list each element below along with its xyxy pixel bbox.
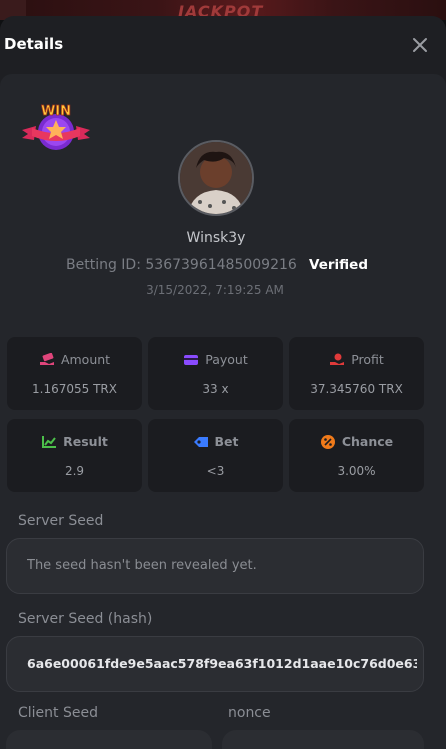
stat-amount: Amount 1.167055 TRX [7, 337, 142, 410]
server-seed-hash-field[interactable]: 6a6e00061fde9e5aac578f9ea63f1012d1aae10c… [6, 636, 424, 692]
stat-result: Result 2.9 [7, 419, 142, 492]
stat-payout: Payout 33 x [148, 337, 283, 410]
server-seed-field[interactable]: The seed hasn't been revealed yet. [6, 538, 424, 594]
percent-icon [320, 434, 335, 449]
stat-value: <3 [206, 464, 225, 478]
stat-value: 3.00% [337, 464, 376, 478]
client-seed-label: Client Seed [18, 705, 98, 721]
money-hand-icon [39, 352, 54, 365]
modal-header: Details [0, 16, 446, 74]
win-badge-text: WIN [41, 104, 71, 119]
profit-hand-icon [330, 353, 345, 365]
verified-badge: Verified [309, 257, 368, 273]
stat-chance: Chance 3.00% [289, 419, 424, 492]
win-badge-icon: WIN [20, 100, 92, 156]
betting-id: Betting ID: 53673961485009216 [66, 257, 297, 277]
betting-id-value: 53673961485009216 [145, 257, 297, 273]
client-seed-field[interactable] [6, 730, 212, 749]
player-username: Winsk3y [186, 230, 246, 246]
stat-value: 2.9 [64, 464, 85, 478]
details-modal: Details WIN Winsk3y Betting ID: 53673961… [0, 16, 446, 749]
server-seed-hash-label: Server Seed (hash) [18, 611, 153, 627]
stat-profit: Profit 37.345760 TRX [289, 337, 424, 410]
stat-bet: Bet <3 [148, 419, 283, 492]
server-seed-value: The seed hasn't been revealed yet. [27, 558, 257, 573]
stat-value: 1.167055 TRX [32, 382, 117, 396]
nonce-field[interactable] [222, 730, 424, 749]
stat-value: 37.345760 TRX [310, 382, 403, 396]
avatar [178, 140, 254, 216]
close-icon[interactable] [409, 34, 431, 56]
wallet-icon [184, 354, 199, 365]
server-seed-label: Server Seed [18, 513, 104, 529]
betting-id-label: Betting ID: [66, 257, 141, 273]
stat-value: 33 x [202, 382, 229, 396]
modal-title: Details [4, 35, 64, 53]
server-seed-hash-value: 6a6e00061fde9e5aac578f9ea63f1012d1aae10c… [27, 656, 417, 671]
bet-timestamp: 3/15/2022, 7:19:25 AM [146, 283, 284, 297]
chart-icon [42, 435, 57, 448]
tag-icon [193, 436, 208, 447]
nonce-label: nonce [228, 705, 271, 721]
